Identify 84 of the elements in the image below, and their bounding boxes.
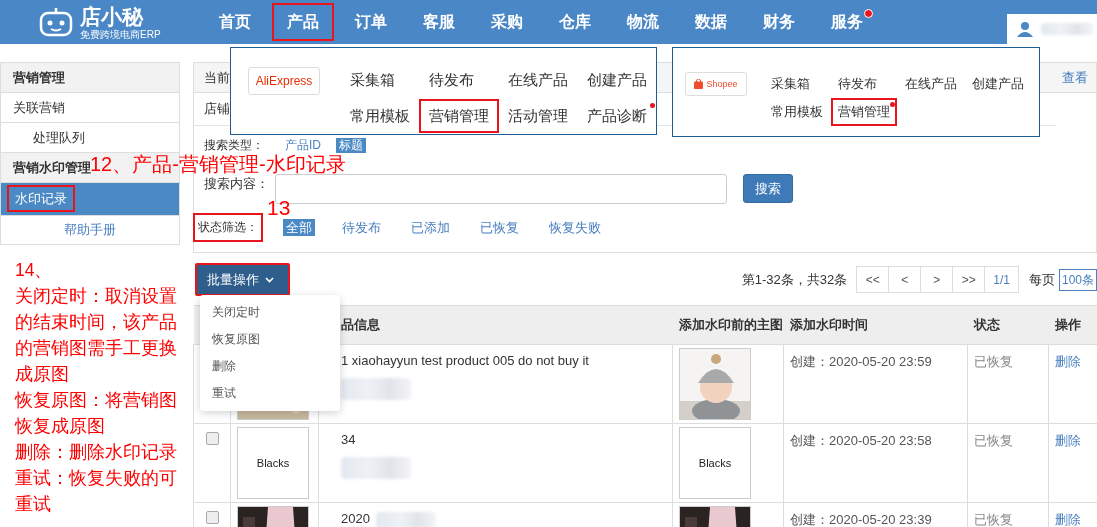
- filter-option[interactable]: 产品ID: [282, 137, 324, 153]
- nav-item[interactable]: 财务: [745, 3, 813, 41]
- column-header: 操作: [1054, 317, 1081, 332]
- column-header: 状态: [973, 317, 1000, 332]
- menu-item[interactable]: 创建产品: [577, 63, 657, 97]
- filter-option[interactable]: 恢复失败: [546, 218, 604, 236]
- menu-item[interactable]: 在线产品: [498, 63, 578, 97]
- page-size-select[interactable]: 100条: [1058, 268, 1097, 291]
- annotation-number: 13: [267, 199, 291, 217]
- section-heading: 营销管理: [12, 69, 66, 87]
- menu-item[interactable]: 待发布: [831, 70, 884, 98]
- page-button[interactable]: <<: [856, 266, 890, 293]
- page-button[interactable]: <: [888, 266, 922, 293]
- filter-option[interactable]: 已恢复: [477, 218, 522, 236]
- column-header: 添加水印前的主图: [678, 317, 783, 332]
- product-title: 2020: [341, 511, 370, 526]
- annotation-text: 重试：恢复失败的可重试: [15, 467, 177, 516]
- annotation-text: 14、: [15, 259, 54, 282]
- delete-link[interactable]: 删除: [1055, 433, 1081, 448]
- sidebar-item[interactable]: 关联营销: [1, 93, 179, 123]
- brand-logo: AliExpress: [248, 67, 320, 95]
- field-label: 搜索内容：: [204, 175, 269, 193]
- help-link[interactable]: 帮助手册: [1, 216, 179, 244]
- product-title: 34: [341, 432, 356, 447]
- nav-item[interactable]: 数据: [677, 3, 745, 41]
- menu-item[interactable]: 待发布: [419, 63, 484, 97]
- nav-item[interactable]: 仓库: [541, 3, 609, 41]
- logo-text: 店小秘: [80, 4, 145, 29]
- logo-tagline: 免费跨境电商ERP: [80, 28, 161, 40]
- delete-link[interactable]: 删除: [1055, 354, 1081, 369]
- image-caption: Blacks: [256, 457, 290, 469]
- field-label: 状态筛选：: [193, 212, 263, 242]
- nav-item[interactable]: 产品: [272, 3, 334, 41]
- filter-option[interactable]: 标题: [336, 137, 366, 153]
- product-title: 1 xiaohayyun test product 005 do not buy it: [341, 353, 589, 368]
- page-number[interactable]: 1/1: [984, 266, 1019, 293]
- field-label: 搜索类型：: [204, 137, 264, 153]
- menu-item[interactable]: 采集箱: [340, 63, 405, 97]
- table-cell: 创建：2020-05-20 23:58: [790, 433, 932, 448]
- column-header: 添加水印时间: [789, 317, 868, 332]
- nav-item[interactable]: 首页: [201, 3, 269, 41]
- status-text: 已恢复: [974, 512, 1013, 527]
- status-text: 已恢复: [974, 354, 1013, 369]
- menu-item[interactable]: 在线产品: [898, 70, 964, 98]
- filter-option[interactable]: 待发布: [339, 218, 384, 236]
- nav-item[interactable]: 服务: [813, 3, 881, 41]
- annotation-text: 恢复原图：将营销图恢复成原图: [15, 389, 177, 438]
- annotation-text: 12、产品-营销管理-水印记录: [90, 155, 346, 173]
- menu-item[interactable]: 营销管理: [419, 99, 499, 133]
- menu-item[interactable]: 创建产品: [965, 70, 1031, 98]
- brand-logo: Shopee: [685, 72, 747, 96]
- batch-actions-button[interactable]: 批量操作: [195, 263, 290, 296]
- image-caption: Blacks: [698, 457, 732, 469]
- nav-item[interactable]: 客服: [405, 3, 473, 41]
- page-button[interactable]: >: [920, 266, 954, 293]
- result-count: 第1-32条，共32条: [741, 270, 848, 289]
- table-cell: 创建：2020-05-20 23:39: [790, 512, 932, 527]
- menu-item[interactable]: 活动管理: [498, 99, 578, 133]
- sidebar-item[interactable]: 水印记录: [1, 183, 179, 216]
- nav-item[interactable]: 订单: [337, 3, 405, 41]
- menu-item[interactable]: 采集箱: [764, 70, 817, 98]
- menu-item[interactable]: 删除: [200, 353, 340, 380]
- annotation-text: 删除：删除水印记录: [15, 441, 177, 464]
- status-text: 已恢复: [974, 433, 1013, 448]
- filter-option[interactable]: 已添加: [408, 218, 453, 236]
- menu-item[interactable]: 重试: [200, 380, 340, 407]
- breadcrumb: 当前: [204, 68, 230, 87]
- annotation-text: 关闭定时：取消设置的结束时间，该产品的营销图需手工更换成原图: [15, 285, 177, 386]
- menu-item[interactable]: 产品诊断: [577, 99, 657, 133]
- nav-item[interactable]: 采购: [473, 3, 541, 41]
- menu-item[interactable]: 恢复原图: [200, 326, 340, 353]
- table-cell: 创建：2020-05-20 23:59: [790, 354, 932, 369]
- view-link[interactable]: 查看: [1062, 68, 1088, 87]
- menu-item[interactable]: 营销管理: [831, 98, 897, 126]
- menu-item[interactable]: 关闭定时: [200, 299, 340, 326]
- search-button[interactable]: 搜索: [743, 174, 793, 203]
- page-button[interactable]: >>: [952, 266, 986, 293]
- nav-item[interactable]: 物流: [609, 3, 677, 41]
- menu-item[interactable]: 常用模板: [340, 99, 420, 133]
- field-label: 每页: [1028, 270, 1055, 289]
- field-label: 店铺: [204, 100, 230, 118]
- column-header: 品信息: [340, 317, 380, 332]
- filter-option[interactable]: 全部: [283, 218, 315, 236]
- menu-item[interactable]: 常用模板: [764, 98, 830, 126]
